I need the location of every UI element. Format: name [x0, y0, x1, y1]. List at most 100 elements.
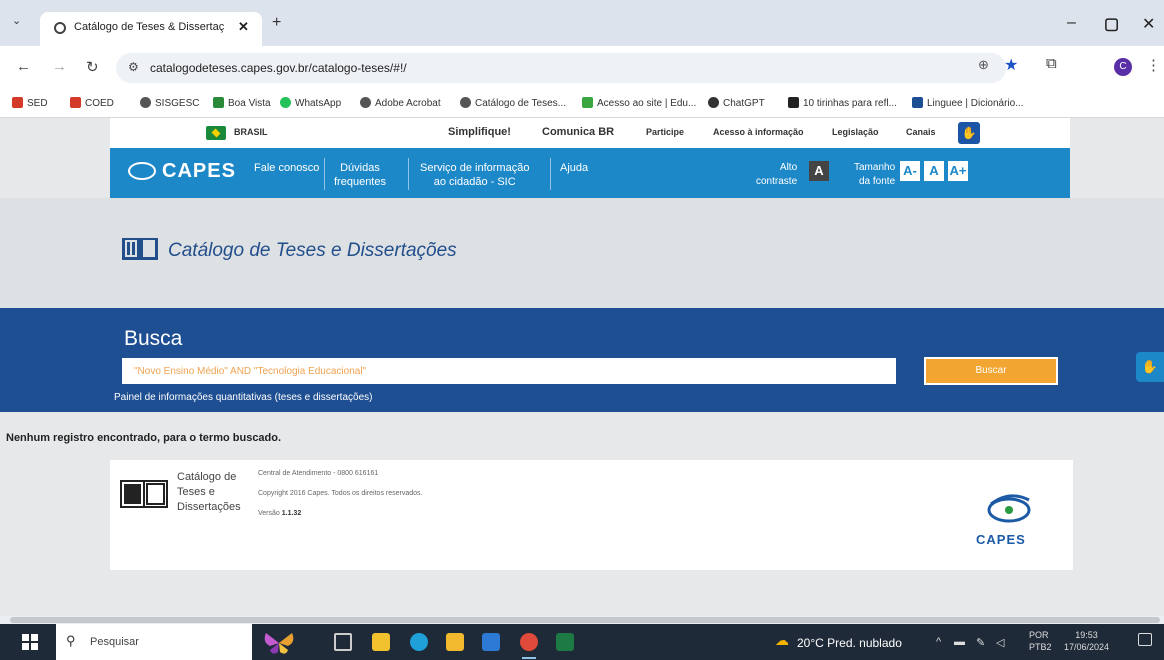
footer-central: Central de Atendimento - 0800 616161 — [258, 470, 379, 477]
tab-close-icon[interactable]: ✕ — [238, 19, 249, 35]
brasil-flag-icon — [206, 126, 226, 140]
back-icon[interactable]: ← — [16, 58, 31, 75]
bookmark-item[interactable]: Adobe Acrobat — [360, 97, 441, 109]
nav-servico-sic[interactable]: Serviço de informação ao cidadão - SIC — [420, 161, 529, 189]
browser-window: ⌄ Catálogo de Teses & Dissertaç ✕ + – ▢ … — [0, 0, 1164, 660]
gov-brasil-link[interactable]: BRASIL — [234, 127, 268, 137]
bookmark-item[interactable]: Linguee | Dicionário... — [912, 97, 1024, 109]
alto-contraste-label: Alto contraste — [756, 162, 798, 187]
bookmark-sed-icon — [12, 97, 23, 108]
contrast-button[interactable]: A — [809, 161, 829, 181]
tray-chevron-icon[interactable]: ^ — [936, 636, 941, 648]
footer-capes-logo-text: CAPES — [976, 532, 1026, 547]
globe-icon — [460, 97, 471, 108]
globe-icon — [360, 97, 371, 108]
new-tab-icon[interactable]: + — [272, 14, 281, 32]
pen-icon[interactable]: ✎ — [976, 636, 985, 649]
tab-strip: ⌄ Catálogo de Teses & Dissertaç ✕ + – ▢ … — [0, 0, 1164, 46]
bookmark-item[interactable]: WhatsApp — [280, 97, 341, 109]
capes-logo[interactable]: CAPES — [162, 160, 236, 183]
bookmark-item[interactable]: ChatGPT — [708, 97, 765, 109]
page-title: Catálogo de Teses e Dissertações — [168, 240, 457, 261]
excel-icon[interactable] — [556, 633, 574, 651]
nav-separator — [550, 158, 551, 190]
search-label: Busca — [124, 327, 183, 350]
chatgpt-icon — [708, 97, 719, 108]
reload-icon[interactable]: ↻ — [86, 58, 99, 76]
gov-canais-link[interactable]: Canais — [906, 127, 936, 137]
horizontal-scrollbar[interactable] — [0, 616, 1164, 624]
accessibility-icon[interactable]: ✋ — [958, 122, 980, 144]
book-icon — [122, 238, 158, 260]
capes-header: CAPES Fale conosco Dúvidas frequentes Ser… — [110, 148, 1070, 198]
weather-icon: ☁ — [775, 632, 789, 648]
mail-icon[interactable] — [482, 633, 500, 651]
gov-participe-link[interactable]: Participe — [646, 127, 684, 137]
browser-menu-icon[interactable]: ⋮ — [1146, 56, 1161, 74]
gov-comunica-link[interactable]: Comunica BR — [542, 126, 614, 138]
bookmark-star-icon[interactable]: ★ — [1004, 55, 1018, 75]
forward-icon[interactable]: → — [52, 58, 67, 75]
taskbar-search[interactable]: ⚲ Pesquisar — [56, 624, 252, 660]
language-indicator[interactable]: POR PTB2 — [1029, 629, 1052, 653]
bookmark-item[interactable]: SED — [12, 97, 48, 109]
profile-avatar[interactable]: C — [1114, 58, 1132, 76]
footer-card — [110, 460, 1073, 570]
no-results-message: Nenhum registro encontrado, para o termo… — [6, 432, 282, 444]
nav-fale-conosco[interactable]: Fale conosco — [254, 161, 319, 175]
bookmark-coed-icon — [70, 97, 81, 108]
url-text: catalogodeteses.capes.gov.br/catalogo-te… — [150, 61, 407, 75]
extensions-icon[interactable]: ⧉ — [1046, 55, 1057, 72]
search-input[interactable] — [122, 358, 896, 384]
butterfly-icon[interactable] — [262, 630, 296, 656]
gov-simplifique-link[interactable]: Simplifique! — [448, 126, 511, 138]
linguee-icon — [912, 97, 923, 108]
search-button[interactable]: Buscar — [924, 357, 1058, 385]
file-explorer-icon[interactable] — [446, 633, 464, 651]
system-clock[interactable]: 19:53 17/06/2024 — [1064, 629, 1109, 653]
browser-tab[interactable]: Catálogo de Teses & Dissertaç ✕ — [40, 12, 262, 46]
nav-separator — [324, 158, 325, 190]
maximize-icon[interactable]: ▢ — [1104, 14, 1119, 34]
gov-acesso-link[interactable]: Acesso à informação — [713, 127, 804, 137]
close-window-icon[interactable]: ✕ — [1142, 14, 1155, 34]
bookmark-tirinhas-icon — [788, 97, 799, 108]
windows-taskbar: ⚲ Pesquisar ☁ 20°C Pred. nublado ^ ▬ ✎ ◁… — [0, 624, 1164, 660]
gov-legislacao-link[interactable]: Legislação — [832, 127, 879, 137]
tab-title: Catálogo de Teses & Dissertaç — [74, 21, 224, 33]
weather-text[interactable]: 20°C Pred. nublado — [797, 636, 902, 650]
tamanho-fonte-label: Tamanho da fonte — [854, 162, 896, 187]
painel-info-link[interactable]: Painel de informações quantitativas (tes… — [114, 392, 372, 403]
task-view-icon[interactable] — [334, 633, 352, 651]
side-accessibility-icon[interactable]: ✋ — [1136, 352, 1164, 382]
search-icon: ⚲ — [66, 633, 76, 648]
bookmark-item[interactable]: SISGESC — [140, 97, 199, 109]
gov-bar: BRASIL Simplifique! Comunica BR Particip… — [110, 118, 1070, 148]
nav-separator — [408, 158, 409, 190]
bookmark-item[interactable]: Boa Vista — [213, 97, 271, 109]
tab-search-icon[interactable]: ⌄ — [12, 14, 21, 27]
footer-catalog-name: Catálogo de Teses e Dissertações — [177, 471, 241, 513]
url-omnibox[interactable]: ⚙ catalogodeteses.capes.gov.br/catalogo-… — [116, 53, 1006, 83]
chrome-icon[interactable] — [520, 633, 538, 659]
site-settings-icon[interactable]: ⚙ — [128, 60, 139, 74]
bookmark-item[interactable]: Catálogo de Teses... — [460, 97, 566, 109]
zoom-icon[interactable]: ⊕ — [978, 57, 989, 73]
store-icon[interactable] — [372, 633, 390, 651]
bookmark-item[interactable]: 10 tirinhas para refl... — [788, 97, 897, 109]
bookmark-item[interactable]: Acesso ao site | Edu... — [582, 97, 696, 109]
notification-icon[interactable] — [1138, 633, 1152, 646]
font-normal-button[interactable]: A — [924, 161, 944, 181]
footer-version: Versão 1.1.32 — [258, 510, 302, 517]
nav-ajuda[interactable]: Ajuda — [560, 161, 588, 175]
edge-icon[interactable] — [410, 633, 428, 651]
font-increase-button[interactable]: A+ — [948, 161, 968, 181]
font-decrease-button[interactable]: A- — [900, 161, 920, 181]
battery-icon[interactable]: ▬ — [954, 636, 965, 648]
volume-icon[interactable]: ◁ — [996, 636, 1004, 649]
minimize-icon[interactable]: – — [1067, 14, 1076, 32]
bookmark-item[interactable]: COED — [70, 97, 114, 109]
windows-start-icon[interactable] — [22, 634, 38, 650]
nav-duvidas[interactable]: Dúvidas frequentes — [334, 161, 386, 189]
scrollbar-thumb[interactable] — [10, 617, 1160, 623]
